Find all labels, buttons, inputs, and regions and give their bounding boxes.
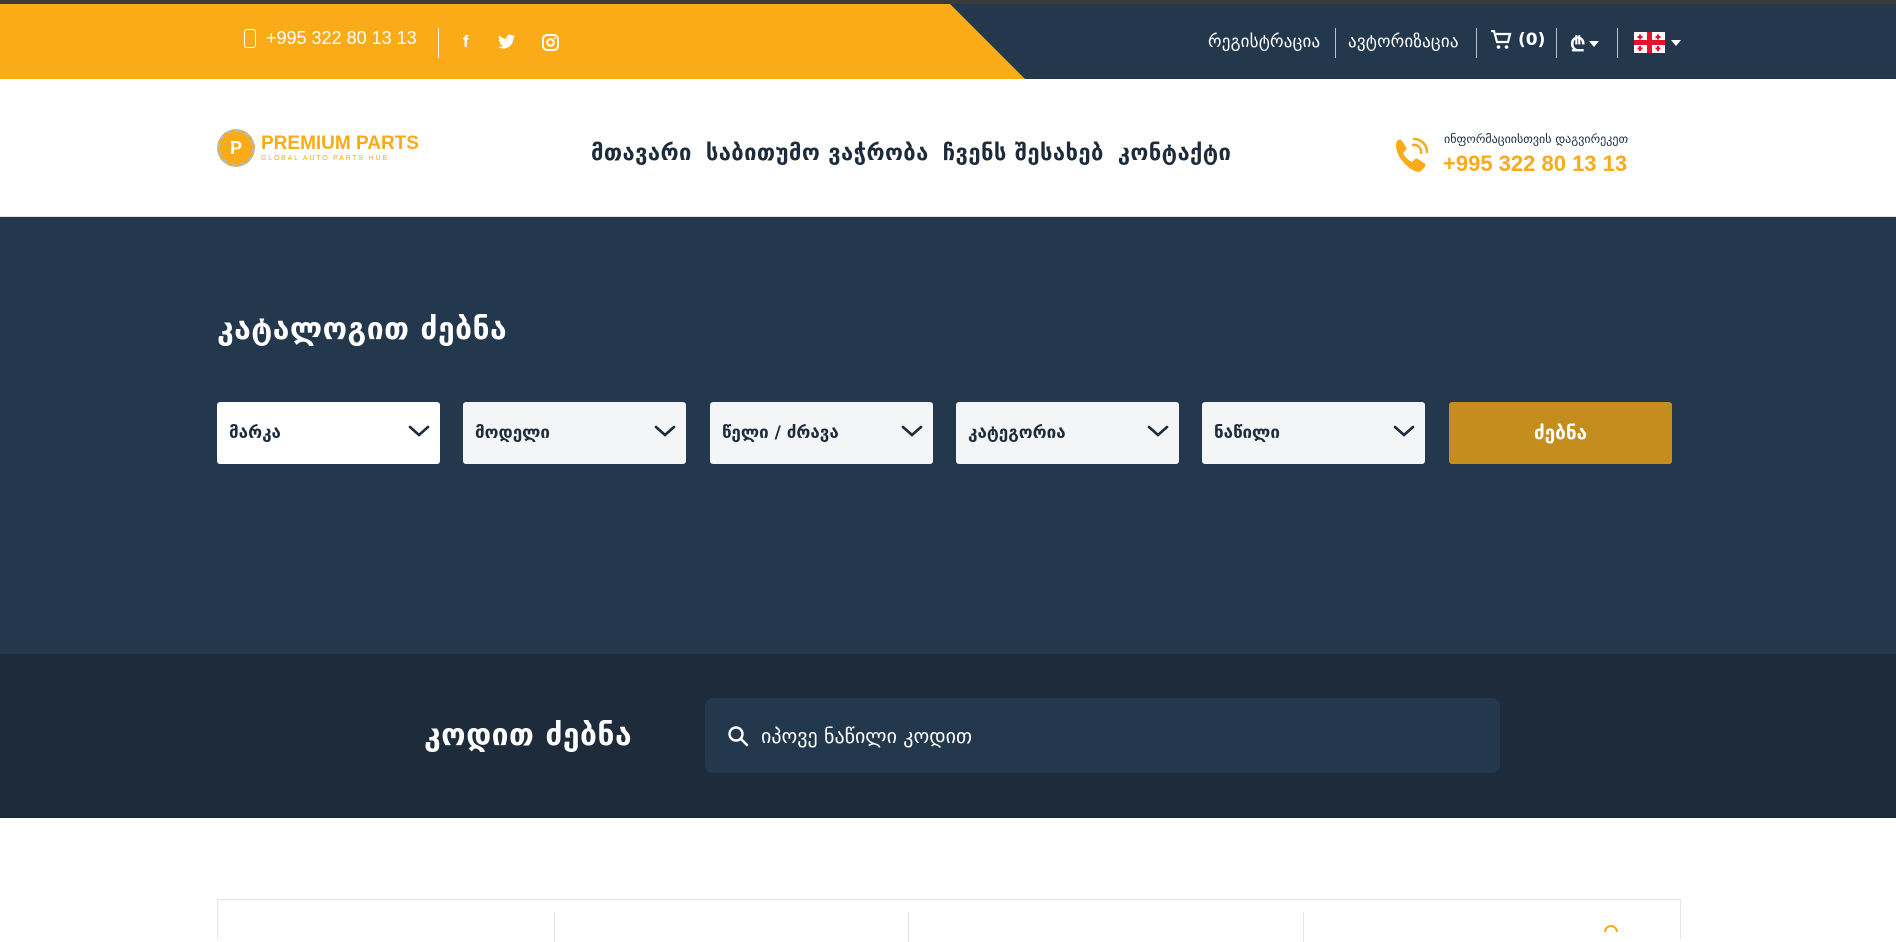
chevron-down-icon xyxy=(901,425,923,437)
caret-down-icon xyxy=(1671,39,1681,46)
divider xyxy=(1617,28,1618,58)
info-label: ინფორმაციისთვის დაგვირეკეთ xyxy=(1444,132,1629,146)
nav-item-contact[interactable]: კონტაქტი xyxy=(1118,141,1232,166)
nav-item-about[interactable]: ჩვენს შესახებ xyxy=(943,141,1104,166)
part-select[interactable]: ნაწილი xyxy=(1202,402,1425,464)
divider xyxy=(908,912,909,942)
brand-select[interactable]: მარკა xyxy=(217,402,440,464)
brand-select-label: მარკა xyxy=(229,423,281,443)
catalog-search-title: კატალოგით ძებნა xyxy=(217,312,508,347)
features-card xyxy=(217,899,1681,942)
code-search-title: კოდით ძებნა xyxy=(424,718,633,753)
catalog-search-section: კატალოგით ძებნა მარკა მოდელი წელი / ძრავ… xyxy=(0,217,1896,654)
year-engine-select[interactable]: წელი / ძრავა xyxy=(710,402,933,464)
georgia-flag-icon xyxy=(1634,32,1665,53)
instagram-icon[interactable] xyxy=(542,34,559,51)
nav-item-wholesale[interactable]: საბითუმო ვაჭრობა xyxy=(706,141,929,166)
divider xyxy=(1335,28,1336,58)
main-header: P PREMIUM PARTS GLOBAL AUTO PARTS HUB მთ… xyxy=(0,79,1896,217)
twitter-icon[interactable] xyxy=(498,34,516,50)
divider xyxy=(1476,28,1477,58)
category-select-label: კატეგორია xyxy=(968,423,1066,443)
phone-call-icon xyxy=(1395,137,1429,172)
search-icon xyxy=(728,726,749,747)
feature-icon xyxy=(1604,925,1618,932)
code-search-input[interactable] xyxy=(761,698,1481,773)
currency-selector[interactable]: ₾ xyxy=(1570,30,1600,57)
chevron-down-icon xyxy=(1393,425,1415,437)
lari-icon: ₾ xyxy=(1570,32,1586,56)
info-phone[interactable]: +995 322 80 13 13 xyxy=(1443,151,1627,177)
main-nav: მთავარი საბითუმო ვაჭრობა ჩვენს შესახებ კ… xyxy=(591,141,1231,166)
category-select[interactable]: კატეგორია xyxy=(956,402,1179,464)
language-selector[interactable] xyxy=(1634,32,1681,53)
divider xyxy=(554,912,555,942)
logo[interactable]: P PREMIUM PARTS GLOBAL AUTO PARTS HUB xyxy=(217,129,419,167)
top-phone-number: +995 322 80 13 13 xyxy=(266,28,417,48)
cart-icon xyxy=(1491,30,1512,49)
caret-down-icon xyxy=(1589,40,1600,47)
divider xyxy=(1556,28,1557,58)
logo-gear-icon: P xyxy=(217,129,255,167)
code-search-box[interactable] xyxy=(705,698,1500,773)
year-engine-select-label: წელი / ძრავა xyxy=(722,423,839,443)
chevron-down-icon xyxy=(408,425,430,437)
divider xyxy=(438,28,439,58)
mobile-phone-icon xyxy=(244,29,256,48)
cart-button[interactable]: (0) xyxy=(1490,30,1545,50)
model-select[interactable]: მოდელი xyxy=(463,402,686,464)
facebook-icon[interactable]: f xyxy=(463,32,469,52)
nav-item-home[interactable]: მთავარი xyxy=(591,141,692,166)
logo-subtitle: GLOBAL AUTO PARTS HUB xyxy=(261,155,389,162)
cart-count: (0) xyxy=(1518,30,1546,50)
chevron-down-icon xyxy=(1147,425,1169,437)
code-search-section: კოდით ძებნა xyxy=(0,654,1896,818)
model-select-label: მოდელი xyxy=(475,423,550,443)
top-phone[interactable]: +995 322 80 13 13 xyxy=(244,28,417,49)
logo-title: PREMIUM PARTS xyxy=(261,133,419,154)
part-select-label: ნაწილი xyxy=(1214,423,1280,443)
divider xyxy=(1303,912,1304,942)
top-bar: +995 322 80 13 13 f რეგისტრაცია ავტორიზა… xyxy=(0,0,1896,79)
login-link[interactable]: ავტორიზაცია xyxy=(1348,32,1459,52)
catalog-search-button[interactable]: ძებნა xyxy=(1449,402,1672,464)
register-link[interactable]: რეგისტრაცია xyxy=(1208,32,1320,52)
chevron-down-icon xyxy=(654,425,676,437)
